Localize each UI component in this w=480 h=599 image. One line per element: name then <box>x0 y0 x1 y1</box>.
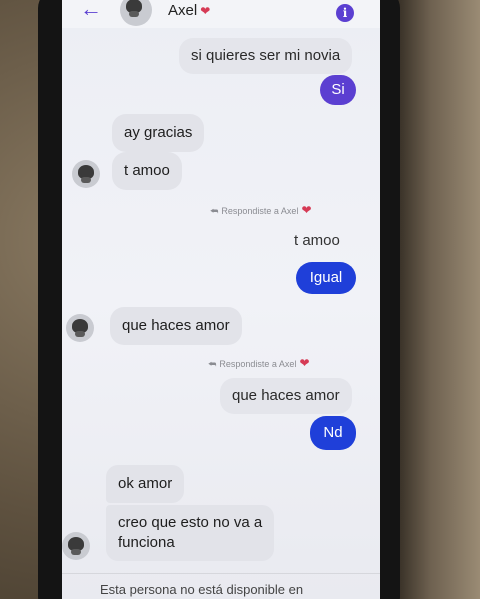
message-line: funciona <box>118 534 175 551</box>
reply-arrow-icon: ⮪ <box>210 206 219 216</box>
contact-name[interactable]: Axel ❤ <box>168 2 210 19</box>
heart-icon: ❤ <box>301 203 312 217</box>
message-line: creo que esto no va a <box>118 514 263 531</box>
avatar[interactable] <box>120 0 152 26</box>
arrow-left-icon[interactable]: ← <box>80 0 102 20</box>
message-received[interactable]: t amoo <box>112 152 182 190</box>
info-icon[interactable]: i <box>336 4 354 22</box>
contact-name-text: Axel <box>168 2 198 19</box>
message-sent[interactable]: si quieres ser mi novia <box>179 38 353 74</box>
avatar <box>62 532 90 560</box>
reply-indicator: ⮪ Respondiste a Axel ❤ <box>210 203 312 217</box>
message-sent[interactable]: Nd <box>310 416 356 450</box>
reply-indicator-text: Respondiste a Axel <box>219 359 297 369</box>
replied-message-quote[interactable]: que haces amor <box>220 378 352 414</box>
avatar <box>66 314 94 342</box>
heart-icon: ❤ <box>299 356 310 370</box>
reply-indicator: ⮪ Respondiste a Axel ❤ <box>208 356 310 370</box>
message-received[interactable]: que haces amor <box>110 307 242 345</box>
unavailable-notice: Esta persona no está disponible en <box>100 582 304 597</box>
background-fabric <box>390 0 480 599</box>
message-received[interactable]: ay gracias <box>112 114 205 152</box>
divider <box>62 573 380 574</box>
chat-screen: ← Axel ❤ i si quieres ser mi novia Si ay … <box>62 0 380 599</box>
message-sent[interactable]: Igual <box>296 262 356 294</box>
message-received[interactable]: creo que esto no va a funciona <box>106 505 275 561</box>
chat-header: ← Axel ❤ i <box>62 0 380 28</box>
message-received[interactable]: ok amor <box>106 465 185 503</box>
replied-message-quote[interactable]: t amoo <box>294 231 340 251</box>
reply-arrow-icon: ⮪ <box>208 359 217 369</box>
heart-icon: ❤ <box>200 4 211 18</box>
reply-indicator-text: Respondiste a Axel <box>221 206 299 216</box>
message-sent[interactable]: Si <box>320 75 356 105</box>
avatar <box>72 160 100 188</box>
